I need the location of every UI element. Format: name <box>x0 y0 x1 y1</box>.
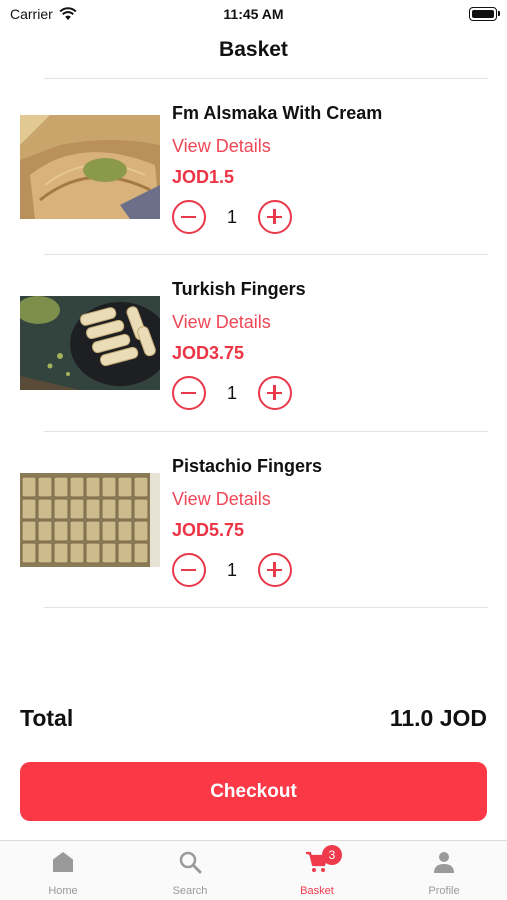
home-icon <box>53 852 73 872</box>
basket-item: Fm Alsmaka With Cream View Details JOD1.… <box>0 90 507 266</box>
item-name: Pistachio Fingers <box>172 456 323 476</box>
quantity-stepper: 1 <box>172 553 294 587</box>
basket-item: Turkish Fingers View Details JOD3.75 1 <box>0 266 507 442</box>
decrease-quantity-button[interactable] <box>172 376 206 410</box>
tab-label: Home <box>48 885 78 897</box>
view-details-link[interactable]: View Details <box>172 136 271 157</box>
tab-label: Search <box>172 885 208 897</box>
page-title: Basket <box>219 38 288 61</box>
basket-item: Pistachio Fingers View Details JOD5.75 1 <box>0 443 507 619</box>
tab-label: Profile <box>428 885 460 897</box>
quantity-value: 1 <box>226 383 237 403</box>
item-price: JOD5.75 <box>172 520 245 540</box>
divider <box>44 254 488 255</box>
quantity-value: 1 <box>226 560 237 580</box>
product-image <box>20 473 160 577</box>
view-details-link[interactable]: View Details <box>172 489 271 510</box>
item-price: JOD1.5 <box>172 167 235 187</box>
divider <box>44 78 488 79</box>
tab-search[interactable]: Search <box>127 841 253 900</box>
status-bar: Carrier 11:45 AM <box>0 0 507 30</box>
divider <box>44 431 488 432</box>
decrease-quantity-button[interactable] <box>172 200 206 234</box>
tab-profile[interactable]: Profile <box>381 841 507 900</box>
item-price: JOD3.75 <box>172 343 245 363</box>
battery-icon <box>469 7 500 21</box>
product-image <box>20 115 160 219</box>
total-label: Total <box>20 705 74 731</box>
item-name: Turkish Fingers <box>172 279 306 299</box>
decrease-quantity-button[interactable] <box>172 553 206 587</box>
increase-quantity-button[interactable] <box>258 200 292 234</box>
product-image <box>20 296 160 400</box>
checkout-button[interactable]: Checkout <box>20 762 487 821</box>
tab-label: Basket <box>300 885 334 897</box>
clock: 11:45 AM <box>223 6 284 22</box>
profile-icon <box>434 852 454 873</box>
tab-bar: Home Search 3 Basket Profile <box>0 840 507 900</box>
quantity-value: 1 <box>226 207 237 227</box>
view-details-link[interactable]: View Details <box>172 312 271 333</box>
item-name: Fm Alsmaka With Cream <box>172 103 383 123</box>
quantity-stepper: 1 <box>172 376 294 410</box>
tab-basket[interactable]: 3 Basket <box>254 841 380 900</box>
search-icon <box>179 851 202 874</box>
divider <box>44 607 488 608</box>
total-value: 11.0 JOD <box>389 705 487 731</box>
increase-quantity-button[interactable] <box>258 553 292 587</box>
tab-home[interactable]: Home <box>0 841 126 900</box>
quantity-stepper: 1 <box>172 200 294 234</box>
cart-count-badge: 3 <box>322 845 342 865</box>
increase-quantity-button[interactable] <box>258 376 292 410</box>
